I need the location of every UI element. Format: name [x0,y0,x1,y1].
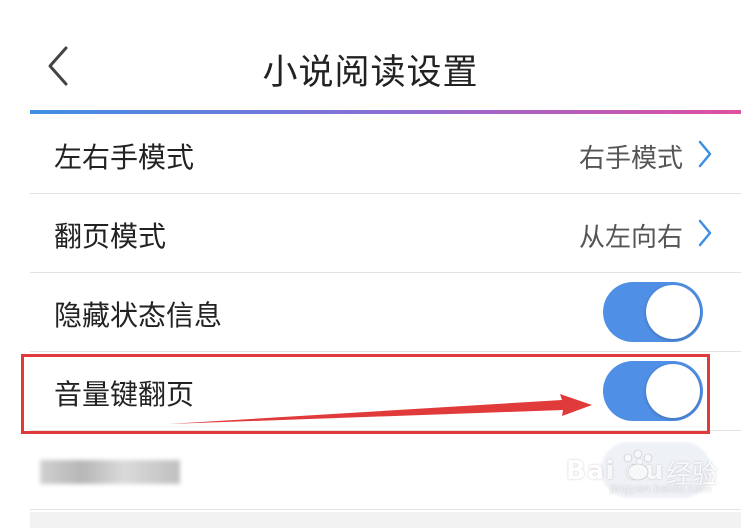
chevron-right-icon [698,219,712,247]
setting-row-hand-mode[interactable]: 左右手模式 右手模式 [30,116,741,194]
setting-value: 右手模式 [578,144,683,174]
setting-value: 从左向右 [578,223,683,253]
chevron-right-icon [698,140,712,168]
setting-label: 左右手模式 [54,141,195,174]
setting-label: 隐藏状态信息 [54,299,223,332]
toggle-knob [646,285,700,339]
header-bar: 小说阅读设置 [0,0,741,112]
bottom-strip [30,512,741,528]
setting-row-hide-status: 隐藏状态信息 [30,274,741,352]
hide-status-toggle[interactable] [603,282,703,342]
header-gradient-divider [30,110,741,114]
setting-row-blurred [30,432,741,510]
setting-label: 翻页模式 [54,220,167,253]
setting-row-page-turn-mode[interactable]: 翻页模式 从左向右 [30,195,741,273]
page-title: 小说阅读设置 [262,53,479,93]
blurred-label [40,460,180,484]
annotation-highlight-box [21,354,710,434]
blurred-toggle[interactable] [601,442,711,498]
